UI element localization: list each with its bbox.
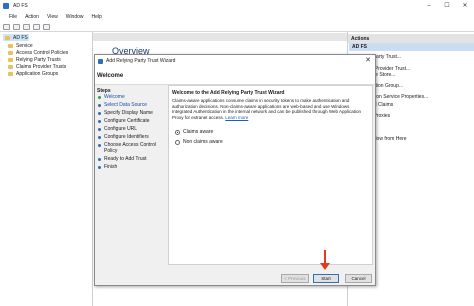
step-label: Specify Display Name bbox=[104, 110, 153, 116]
cancel-button[interactable]: Cancel bbox=[345, 274, 372, 283]
tree-item-application-groups[interactable]: Application Groups bbox=[8, 70, 58, 77]
tree-item-service[interactable]: Service bbox=[8, 42, 33, 49]
wizard-icon bbox=[98, 58, 103, 64]
step-bullet-icon bbox=[98, 144, 101, 147]
folder-icon bbox=[8, 71, 13, 76]
center-header-bar bbox=[93, 33, 347, 41]
action-edit-federation-service-properties[interactable]: ation Service Properties... bbox=[371, 93, 428, 100]
step-label: Choose Access Control Policy bbox=[104, 142, 156, 154]
back-icon[interactable] bbox=[3, 23, 10, 30]
annotation-arrow-icon bbox=[320, 250, 330, 270]
step-bullet-icon bbox=[98, 166, 101, 169]
menu-view[interactable]: View bbox=[47, 14, 58, 20]
content-title: Welcome to the Add Relying Party Trust W… bbox=[172, 90, 285, 96]
folder-icon bbox=[8, 50, 13, 55]
arrow-head bbox=[320, 263, 330, 270]
action-label: ation Service Properties... bbox=[371, 93, 429, 100]
show-tree-icon[interactable] bbox=[23, 23, 30, 30]
radio-non-claims-aware[interactable]: Non claims aware bbox=[175, 139, 223, 145]
previous-button[interactable]: < Previous bbox=[281, 274, 309, 283]
tree-root-label: AD FS bbox=[13, 34, 28, 41]
folder-icon bbox=[8, 64, 13, 69]
minimize-icon[interactable]: – bbox=[420, 0, 438, 11]
add-relying-party-trust-wizard: Add Relying Party Trust Wizard ✕ Welcome… bbox=[94, 54, 376, 286]
radio-claims-aware[interactable]: Claims aware bbox=[175, 129, 213, 135]
step-configure-identifiers: Configure Identifiers bbox=[98, 134, 166, 141]
menu-bar: File Action View Window Help bbox=[0, 11, 474, 22]
step-bullet-icon bbox=[98, 128, 101, 131]
close-icon[interactable]: ✕ bbox=[365, 56, 371, 64]
menu-help[interactable]: Help bbox=[92, 14, 102, 20]
window-controls: – ☐ ✕ bbox=[420, 0, 474, 11]
action-label: ndow from Here bbox=[371, 135, 407, 142]
wizard-steps: Steps Welcome Select Data Source Specify… bbox=[95, 85, 167, 265]
wizard-body: Steps Welcome Select Data Source Specify… bbox=[95, 85, 375, 285]
mmc-window: AD FS – ☐ ✕ File Action View Window Help… bbox=[0, 0, 474, 306]
tree-item-label: Service bbox=[16, 42, 33, 49]
folder-icon bbox=[8, 43, 13, 48]
help-icon[interactable] bbox=[33, 23, 40, 30]
tree-item-label: Relying Party Trusts bbox=[16, 56, 61, 63]
step-welcome: Welcome bbox=[98, 94, 166, 101]
step-label: Finish bbox=[104, 164, 118, 170]
step-specify-display-name: Specify Display Name bbox=[98, 110, 166, 117]
title-bar: AD FS – ☐ ✕ bbox=[0, 0, 474, 11]
wizard-content: Welcome to the Add Relying Party Trust W… bbox=[168, 85, 373, 265]
adfs-app-icon bbox=[3, 2, 9, 9]
folder-icon bbox=[5, 35, 10, 40]
step-label: Select Data Source bbox=[104, 102, 148, 108]
step-bullet-icon bbox=[98, 136, 101, 139]
wizard-footer: < Previous Start Cancel bbox=[95, 267, 375, 285]
tree-item-claims-provider-trusts[interactable]: Claims Provider Trusts bbox=[8, 63, 66, 70]
description-text: Claims-aware applications consume claims… bbox=[172, 98, 362, 120]
action-pane-icon[interactable] bbox=[43, 23, 50, 30]
action-new-window-from-here[interactable]: ndow from Here bbox=[371, 135, 407, 142]
step-label: Welcome bbox=[104, 94, 125, 100]
step-select-data-source: Select Data Source bbox=[98, 102, 166, 109]
menu-file[interactable]: File bbox=[9, 14, 17, 20]
step-bullet-icon bbox=[98, 158, 101, 161]
console-tree: AD FS Service Access Control Policies Re… bbox=[0, 32, 93, 306]
step-label: Configure Identifiers bbox=[104, 134, 149, 140]
toolbar bbox=[0, 22, 474, 32]
step-bullet-icon bbox=[98, 96, 101, 99]
tree-item-label: Application Groups bbox=[16, 70, 59, 77]
actions-section-adfs[interactable]: AD FS bbox=[349, 43, 474, 51]
tree-item-access-control-policies[interactable]: Access Control Policies bbox=[8, 49, 68, 56]
radio-selected-icon bbox=[175, 129, 180, 135]
step-label: Ready to Add Trust bbox=[104, 156, 147, 162]
step-ready-to-add-trust: Ready to Add Trust bbox=[98, 156, 166, 163]
arrow-shaft bbox=[324, 250, 326, 264]
menu-action[interactable]: Action bbox=[25, 14, 39, 20]
wizard-title: Add Relying Party Trust Wizard bbox=[106, 58, 176, 64]
folder-icon bbox=[8, 57, 13, 62]
start-button[interactable]: Start bbox=[313, 274, 339, 283]
step-bullet-icon bbox=[98, 104, 101, 107]
content-description: Claims-aware applications consume claims… bbox=[172, 98, 370, 120]
step-label: Configure URL bbox=[104, 126, 138, 132]
tree-item-label: Claims Provider Trusts bbox=[16, 63, 67, 70]
tree-root-adfs[interactable]: AD FS bbox=[3, 34, 29, 41]
learn-more-link[interactable]: Learn more bbox=[225, 115, 248, 120]
window-title: AD FS bbox=[13, 2, 28, 9]
step-choose-access-control-policy: Choose Access Control Policy bbox=[98, 142, 166, 154]
close-icon[interactable]: ✕ bbox=[456, 0, 474, 11]
radio-label: Claims aware bbox=[183, 129, 214, 135]
step-label: Configure Certificate bbox=[104, 118, 150, 124]
tree-item-label: Access Control Policies bbox=[16, 49, 69, 56]
step-bullet-icon bbox=[98, 112, 101, 115]
step-configure-url: Configure URL bbox=[98, 126, 166, 133]
menu-window[interactable]: Window bbox=[66, 14, 84, 20]
forward-icon[interactable] bbox=[13, 23, 20, 30]
maximize-icon[interactable]: ☐ bbox=[438, 0, 456, 11]
step-finish: Finish bbox=[98, 164, 166, 171]
wizard-title-bar: Add Relying Party Trust Wizard ✕ bbox=[95, 55, 375, 67]
step-configure-certificate: Configure Certificate bbox=[98, 118, 166, 125]
tree-item-relying-party-trusts[interactable]: Relying Party Trusts bbox=[8, 56, 61, 63]
wizard-banner: Welcome bbox=[95, 67, 375, 85]
actions-header: Actions bbox=[348, 34, 474, 43]
step-bullet-icon bbox=[98, 120, 101, 123]
radio-unselected-icon bbox=[175, 139, 180, 145]
radio-label: Non claims aware bbox=[183, 139, 223, 145]
